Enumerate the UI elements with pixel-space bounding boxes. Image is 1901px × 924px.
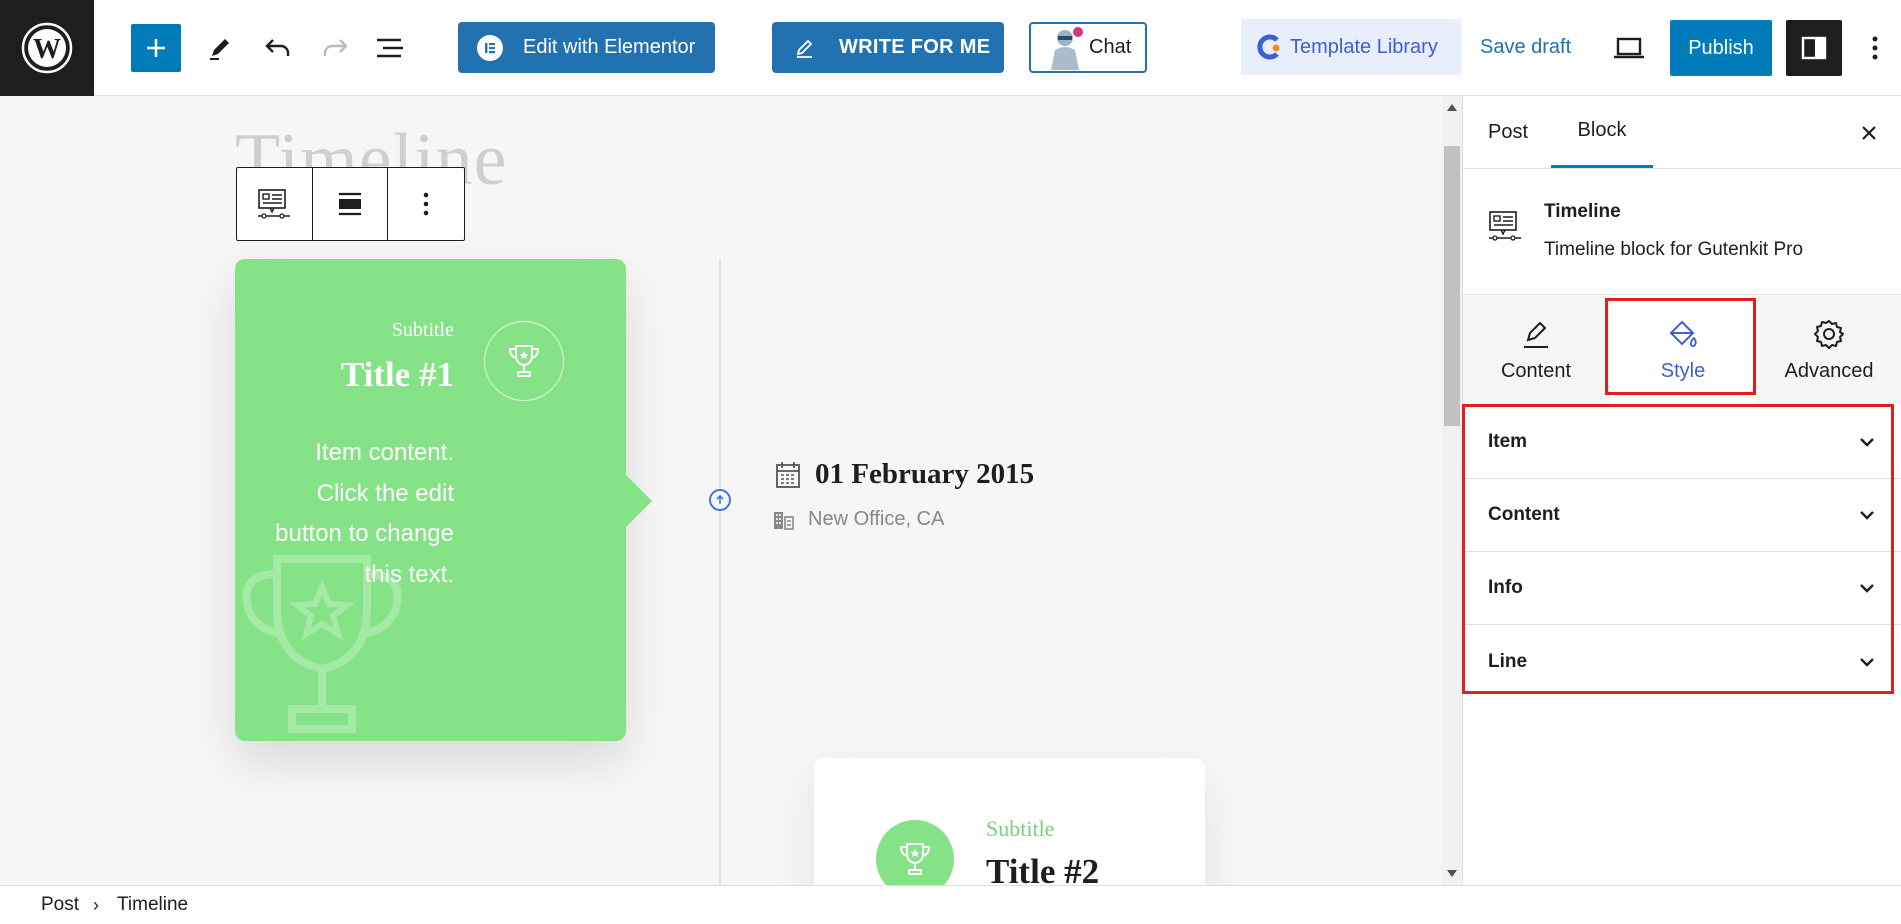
timeline-item-2[interactable]: Subtitle Title #2 — [814, 758, 1205, 885]
item-1-location: New Office, CA — [773, 508, 944, 531]
block-card: Timeline Timeline block for Gutenkit Pro — [1463, 169, 1901, 295]
block-description: Timeline block for Gutenkit Pro — [1544, 239, 1804, 260]
close-sidebar-button[interactable] — [1855, 119, 1883, 147]
item-1-date-text[interactable]: 01 February 2015 — [815, 458, 1034, 491]
sidebar-tabs: Post Block — [1463, 96, 1901, 169]
options-menu-button[interactable] — [1858, 28, 1892, 68]
align-wide-icon — [339, 192, 361, 216]
building-icon — [774, 511, 794, 530]
preview-button[interactable] — [1611, 30, 1647, 71]
document-overview-button[interactable] — [370, 28, 410, 68]
wordpress-icon: W — [21, 22, 73, 74]
tab-block[interactable]: Block — [1551, 96, 1653, 168]
write-for-me-button[interactable]: WRITE FOR ME — [772, 22, 1004, 73]
timeline-block-icon — [258, 189, 291, 219]
sidebar-toggle-icon — [1801, 36, 1827, 60]
item-2-title[interactable]: Title #2 — [986, 852, 1099, 885]
undo-button[interactable] — [258, 28, 298, 68]
pen-icon — [796, 39, 813, 58]
close-icon — [1862, 126, 1876, 140]
timeline-point — [709, 489, 731, 511]
breadcrumb-timeline[interactable]: Timeline — [117, 894, 188, 916]
tab-content[interactable]: Content — [1463, 296, 1609, 404]
add-block-button[interactable] — [131, 24, 181, 72]
tab-post[interactable]: Post — [1488, 96, 1528, 168]
item-1-pointer — [626, 475, 652, 527]
calendar-icon — [776, 461, 800, 488]
gutenkit-logo-icon — [1257, 34, 1280, 60]
publish-button[interactable]: Publish — [1670, 20, 1772, 76]
pencil-icon — [1524, 321, 1548, 348]
item-1-icon-circle — [484, 321, 564, 401]
trophy-icon — [899, 843, 931, 875]
scroll-down-arrow-icon[interactable] — [1447, 870, 1457, 877]
chat-label: Chat — [1089, 36, 1132, 58]
align-button[interactable] — [313, 168, 389, 240]
style-tab-highlight — [1605, 298, 1756, 395]
canvas-scrollbar[interactable] — [1442, 96, 1462, 885]
vertical-ellipsis-icon — [1872, 36, 1878, 60]
tab-advanced[interactable]: Advanced — [1756, 296, 1901, 404]
list-view-icon — [377, 38, 403, 58]
item-2-subtitle[interactable]: Subtitle — [986, 816, 1054, 842]
edit-with-elementor-label: Edit with Elementor — [523, 36, 696, 58]
timeline-item-1[interactable]: Subtitle Title #1 Item content. Click th… — [235, 259, 626, 741]
edit-with-elementor-button[interactable]: Edit with Elementor — [458, 22, 715, 73]
item-1-title[interactable]: Title #1 — [341, 355, 454, 395]
item-2-icon-circle — [876, 820, 954, 885]
editor-canvas[interactable]: Timeline Subtitle Title #1 Item content.… — [0, 96, 1442, 885]
block-options-button[interactable] — [388, 168, 464, 240]
item-1-date: 01 February 2015 — [775, 458, 1034, 491]
chevron-right-icon: › — [93, 894, 100, 915]
undo-icon — [265, 39, 290, 56]
laptop-icon — [1614, 37, 1644, 59]
item-1-content[interactable]: Item content. Click the edit button to c… — [274, 433, 454, 595]
timeline-point-icon — [716, 495, 724, 504]
write-for-me-label: WRITE FOR ME — [839, 36, 991, 58]
item-1-subtitle[interactable]: Subtitle — [392, 319, 454, 342]
tab-content-label: Content — [1500, 359, 1572, 382]
wordpress-logo[interactable]: W — [0, 0, 94, 96]
breadcrumb: Post › Timeline — [0, 885, 1901, 924]
pencil-icon — [210, 39, 229, 60]
redo-button[interactable] — [315, 28, 355, 68]
elementor-icon — [477, 34, 503, 61]
vertical-ellipsis-icon — [423, 192, 429, 216]
style-sections-highlight — [1462, 404, 1894, 694]
save-draft-button[interactable]: Save draft — [1480, 36, 1571, 59]
template-library-button[interactable]: Template Library — [1241, 19, 1461, 75]
gear-icon — [1814, 319, 1844, 349]
tab-advanced-label: Advanced — [1784, 359, 1874, 382]
settings-toggle-button[interactable] — [1786, 20, 1842, 76]
breadcrumb-post[interactable]: Post — [41, 894, 79, 916]
tools-button[interactable] — [200, 28, 240, 68]
block-name: Timeline — [1544, 201, 1621, 222]
scroll-up-arrow-icon[interactable] — [1447, 104, 1457, 111]
template-library-label: Template Library — [1290, 35, 1438, 58]
trophy-icon — [508, 345, 540, 377]
redo-icon — [323, 39, 348, 56]
editor-header: W Edit with Elementor WRITE FOR ME Chat … — [0, 0, 1901, 96]
chat-button[interactable]: Chat — [1029, 22, 1147, 73]
timeline-block-icon — [1489, 211, 1521, 241]
robot-avatar-icon — [1051, 26, 1083, 70]
svg-text:W: W — [33, 34, 61, 65]
item-1-location-text[interactable]: New Office, CA — [808, 508, 944, 531]
timeline-line — [719, 259, 721, 885]
block-toolbar — [236, 167, 465, 241]
scrollbar-thumb[interactable] — [1444, 146, 1460, 426]
plus-icon — [147, 39, 165, 57]
block-type-button[interactable] — [237, 168, 313, 240]
